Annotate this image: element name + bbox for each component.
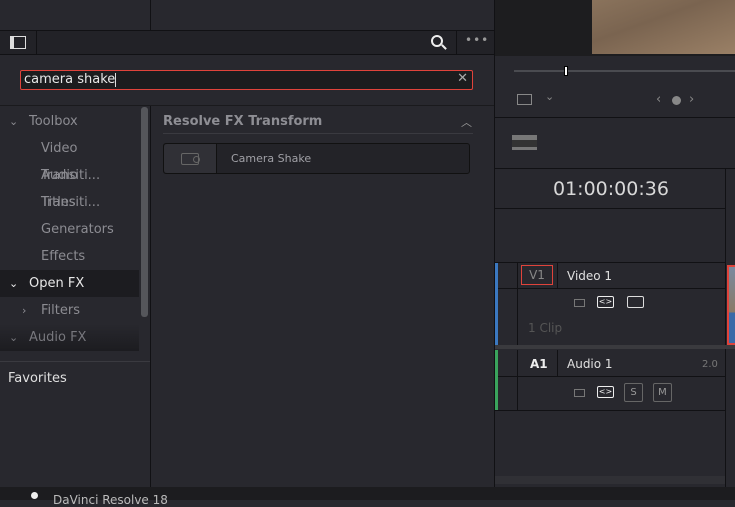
effects-panel: ••• camera shake ✕ ⌄ Toolbox Video Transi… — [0, 0, 494, 487]
more-icon[interactable]: ••• — [465, 33, 489, 47]
favorites-heading[interactable]: Favorites — [8, 371, 67, 386]
resolve-logo-icon — [31, 492, 38, 499]
track-id-a1[interactable]: A1 — [530, 357, 548, 371]
chevron-up-icon[interactable]: ︿ — [461, 114, 472, 130]
effects-tree: ⌄ Toolbox Video Transiti... Audio Transit… — [0, 106, 150, 351]
app-name: DaVinci Resolve 18 — [53, 493, 168, 507]
clip-count: 1 Clip — [528, 321, 563, 335]
effects-toolbar: ••• — [0, 31, 494, 54]
lock-icon[interactable] — [574, 299, 585, 307]
effect-label: Camera Shake — [231, 152, 312, 165]
label: Filters — [41, 303, 80, 318]
tree-item-open-fx[interactable]: ⌄ Open FX — [0, 270, 139, 297]
track-name[interactable]: Video 1 — [567, 269, 612, 283]
chevron-down-icon: ⌄ — [9, 115, 19, 128]
viewer-frame — [592, 0, 735, 54]
tree-item-audio-fx[interactable]: ⌄ Audio FX — [0, 324, 139, 351]
tree-item-titles[interactable]: Titles — [0, 189, 139, 216]
label: Generators — [41, 222, 114, 237]
tree-item-video-transitions[interactable]: Video Transiti... — [0, 135, 139, 183]
timeline-view-icon[interactable] — [512, 135, 537, 150]
auto-select-icon[interactable]: <> — [597, 296, 614, 308]
label: Open FX — [29, 276, 85, 291]
camera-shake-icon — [164, 144, 217, 173]
solo-button[interactable]: S — [624, 383, 643, 402]
timeline-scrollbar[interactable] — [495, 476, 725, 484]
channel-format: 2.0 — [702, 359, 718, 370]
label: Effects — [41, 249, 86, 264]
panel-toggle-icon[interactable] — [10, 36, 26, 49]
chevron-right-icon: › — [22, 304, 27, 317]
timeline-panel: ⌄ ‹ › 01:00:00:36 V1 Video 1 <> 1 Clip A… — [495, 0, 735, 487]
top-strip — [0, 0, 494, 30]
chevron-down-icon[interactable]: ⌄ — [545, 90, 554, 103]
auto-select-icon[interactable]: <> — [597, 386, 614, 398]
keyframe-icon[interactable] — [672, 96, 681, 105]
status-bar: DaVinci Resolve 18 — [0, 487, 735, 507]
disable-track-icon[interactable] — [627, 296, 644, 308]
tree-item-filters[interactable]: › Filters — [0, 297, 139, 324]
next-keyframe-icon[interactable]: › — [689, 92, 694, 107]
playhead-scrubber[interactable] — [564, 66, 568, 76]
close-icon[interactable]: ✕ — [457, 71, 468, 87]
mute-button[interactable]: M — [653, 383, 672, 402]
tree-item-effects[interactable]: Effects — [0, 243, 139, 270]
search-value: camera shake — [24, 72, 116, 87]
tree-item-audio-transitions[interactable]: Audio Transiti... — [0, 162, 139, 210]
chevron-down-icon: ⌄ — [9, 277, 19, 290]
transform-icon[interactable] — [517, 94, 532, 105]
lock-icon[interactable] — [574, 389, 585, 397]
label: Titles — [41, 195, 76, 210]
tree-item-generators[interactable]: Generators — [0, 216, 139, 243]
timeline-clip[interactable] — [727, 265, 735, 345]
chevron-down-icon: ⌄ — [9, 331, 19, 344]
track-id-v1[interactable]: V1 — [521, 265, 553, 285]
timecode: 01:00:00:36 — [553, 178, 669, 200]
track-name[interactable]: Audio 1 — [567, 357, 613, 371]
search-input[interactable]: camera shake ✕ — [20, 70, 473, 90]
effect-item-camera-shake[interactable]: Camera Shake — [163, 143, 470, 174]
results-group-title[interactable]: Resolve FX Transform — [163, 114, 322, 129]
label: Toolbox — [29, 114, 78, 129]
label: Audio FX — [29, 330, 87, 345]
tree-item-toolbox[interactable]: ⌄ Toolbox — [0, 108, 139, 135]
tree-scrollbar[interactable] — [141, 107, 148, 317]
prev-keyframe-icon[interactable]: ‹ — [656, 92, 661, 107]
